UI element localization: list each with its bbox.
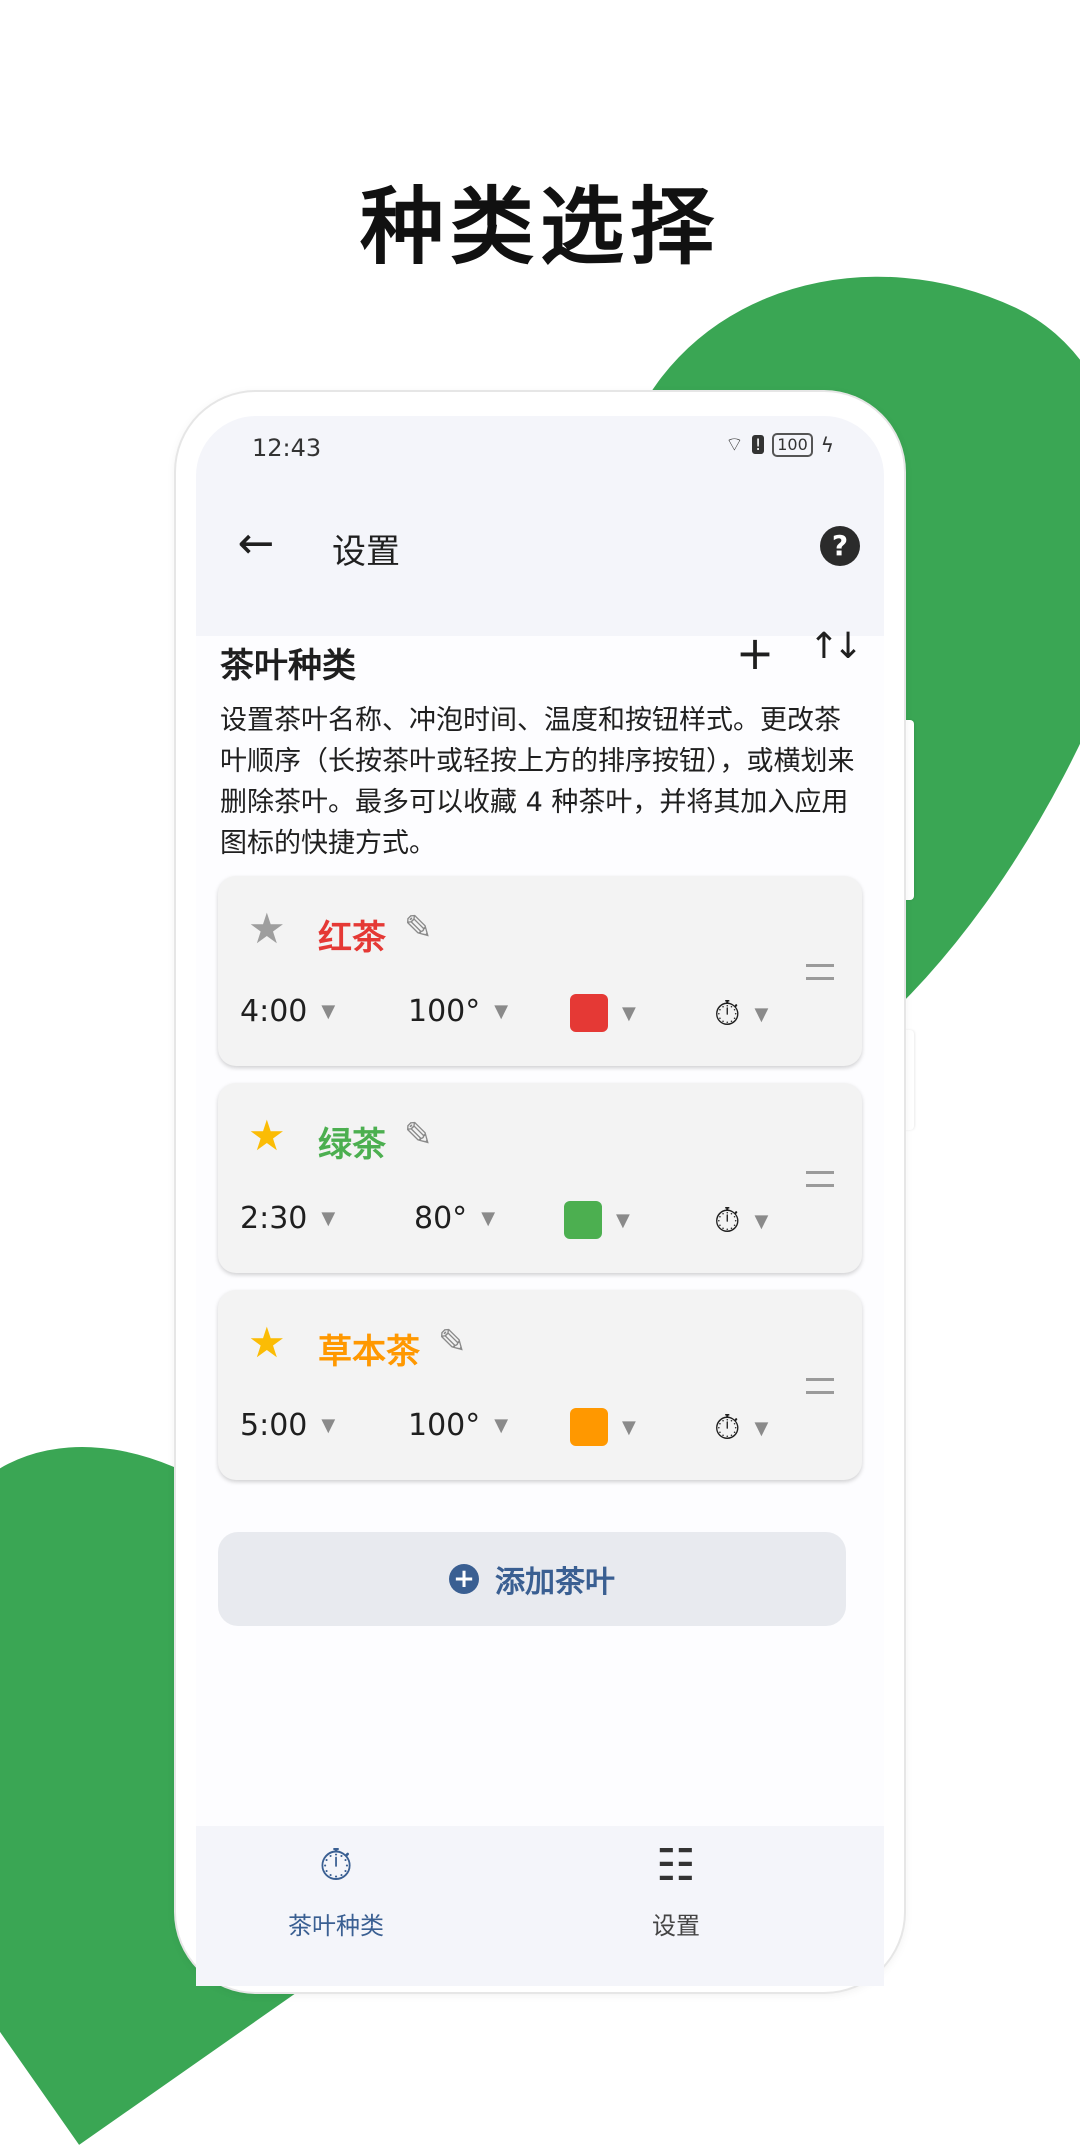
chevron-down-icon: ▼: [321, 1001, 336, 1022]
nav-label: 设置: [652, 1912, 700, 1940]
timer-icon: ⏱: [714, 1408, 741, 1448]
tea-name[interactable]: 红茶: [318, 910, 386, 959]
add-circle-icon: +: [449, 1564, 479, 1594]
tea-name[interactable]: 绿茶: [318, 1117, 386, 1166]
temp-dropdown[interactable]: 100° ▼: [408, 994, 508, 1029]
color-swatch: [570, 1408, 608, 1446]
brew-temp: 100°: [408, 994, 481, 1029]
time-dropdown[interactable]: 2:30 ▼: [240, 1201, 335, 1236]
brew-temp: 80°: [414, 1201, 468, 1236]
nav-item-tea-types[interactable]: ⏱ 茶叶种类: [236, 1836, 436, 1941]
bottom-nav: ⏱ 茶叶种类 ☷ 设置: [196, 1826, 884, 1986]
tea-card[interactable]: ★ 红茶 ✎ 4:00 ▼ 100° ▼ ▼ ⏱ ▼: [218, 876, 862, 1066]
chevron-down-icon: ▼: [494, 1001, 509, 1022]
edit-icon[interactable]: ✎: [438, 1322, 467, 1362]
chevron-down-icon: ▼: [616, 1209, 630, 1231]
tea-name[interactable]: 草本茶: [318, 1324, 420, 1373]
temp-dropdown[interactable]: 100° ▼: [408, 1408, 508, 1443]
nav-item-settings[interactable]: ☷ 设置: [576, 1836, 776, 1941]
timer-icon: ⏱: [318, 1840, 354, 1891]
brew-time: 4:00: [240, 994, 308, 1029]
add-tea-label: 添加茶叶: [495, 1565, 615, 1600]
color-dropdown[interactable]: ▼: [570, 1408, 636, 1446]
drag-handle-icon[interactable]: [806, 964, 834, 980]
drag-handle-icon[interactable]: [806, 1378, 834, 1394]
chevron-down-icon: ▼: [321, 1415, 336, 1436]
color-dropdown[interactable]: ▼: [564, 1201, 630, 1239]
section-description: 设置茶叶名称、冲泡时间、温度和按钮样式。更改茶叶顺序（长按茶叶或轻按上方的排序按…: [220, 705, 855, 859]
sort-icon[interactable]: ↑↓: [808, 626, 863, 667]
color-swatch: [570, 994, 608, 1032]
brew-temp: 100°: [408, 1408, 481, 1443]
list-icon: ☷: [656, 1840, 696, 1891]
page-title: 设置: [332, 532, 400, 572]
tea-settings-row: 4:00 ▼ 100° ▼ ▼ ⏱ ▼: [218, 994, 862, 1040]
color-dropdown[interactable]: ▼: [570, 994, 636, 1032]
section-title: 茶叶种类: [220, 646, 356, 686]
edit-icon[interactable]: ✎: [404, 908, 433, 948]
chevron-down-icon: ▼: [754, 1003, 769, 1025]
tea-card[interactable]: ★ 草本茶 ✎ 5:00 ▼ 100° ▼ ▼ ⏱ ▼: [218, 1290, 862, 1480]
chevron-down-icon: ▼: [321, 1208, 336, 1229]
battery-icon: 100: [772, 432, 813, 457]
status-bar: 12:43 ⌔ ! 100 ϟ: [196, 416, 884, 486]
charging-icon: ϟ: [820, 432, 834, 457]
brew-time: 2:30: [240, 1201, 308, 1236]
phone-frame: 12:43 ⌔ ! 100 ϟ ← 设置 ? 茶叶种类 + ↑↓ 设置茶叶名称、…: [176, 392, 904, 1992]
time-dropdown[interactable]: 5:00 ▼: [240, 1408, 335, 1443]
alert-icon: !: [751, 435, 765, 454]
tea-settings-row: 5:00 ▼ 100° ▼ ▼ ⏱ ▼: [218, 1408, 862, 1454]
wifi-icon: ⌔: [725, 432, 744, 456]
status-icons: ⌔ ! 100 ϟ: [725, 432, 834, 457]
add-tea-button[interactable]: + 添加茶叶: [218, 1532, 846, 1626]
chevron-down-icon: ▼: [481, 1208, 496, 1229]
brew-time: 5:00: [240, 1408, 308, 1443]
edit-icon[interactable]: ✎: [404, 1115, 433, 1155]
phone-side-button: [904, 720, 914, 900]
tea-settings-row: 2:30 ▼ 80° ▼ ▼ ⏱ ▼: [218, 1201, 862, 1247]
button-style-dropdown[interactable]: ⏱ ▼: [714, 1201, 768, 1241]
button-style-dropdown[interactable]: ⏱ ▼: [714, 994, 768, 1034]
star-outline-icon[interactable]: ★: [248, 904, 286, 953]
chevron-down-icon: ▼: [754, 1210, 769, 1232]
chevron-down-icon: ▼: [622, 1002, 636, 1024]
back-arrow-icon[interactable]: ←: [226, 514, 286, 574]
time-dropdown[interactable]: 4:00 ▼: [240, 994, 335, 1029]
app-bar: ← 设置 ?: [196, 486, 884, 636]
timer-icon: ⏱: [714, 1201, 741, 1241]
tea-card[interactable]: ★ 绿茶 ✎ 2:30 ▼ 80° ▼ ▼ ⏱ ▼: [218, 1083, 862, 1273]
drag-handle-icon[interactable]: [806, 1171, 834, 1187]
help-icon[interactable]: ?: [820, 526, 860, 566]
chevron-down-icon: ▼: [622, 1416, 636, 1438]
temp-dropdown[interactable]: 80° ▼: [414, 1201, 495, 1236]
timer-icon: ⏱: [714, 994, 741, 1034]
chevron-down-icon: ▼: [494, 1415, 509, 1436]
app-screen: 12:43 ⌔ ! 100 ϟ ← 设置 ? 茶叶种类 + ↑↓ 设置茶叶名称、…: [196, 416, 884, 1986]
status-time: 12:43: [252, 434, 322, 462]
add-icon[interactable]: +: [730, 626, 780, 680]
star-filled-icon[interactable]: ★: [248, 1111, 286, 1160]
phone-side-button: [904, 1030, 914, 1130]
chevron-down-icon: ▼: [754, 1417, 769, 1439]
color-swatch: [564, 1201, 602, 1239]
star-filled-icon[interactable]: ★: [248, 1318, 286, 1367]
promo-title: 种类选择: [359, 178, 720, 276]
button-style-dropdown[interactable]: ⏱ ▼: [714, 1408, 768, 1448]
nav-label: 茶叶种类: [288, 1912, 384, 1940]
